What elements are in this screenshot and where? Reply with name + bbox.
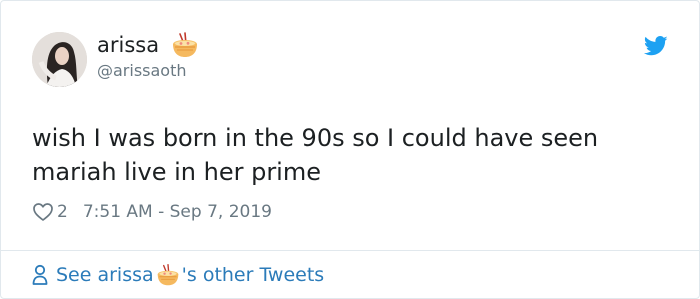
ramen-bowl-icon xyxy=(171,31,199,59)
author-name[interactable]: arissa xyxy=(97,33,159,57)
footer-link-prefix[interactable]: See arissa xyxy=(56,264,154,286)
footer-link-suffix[interactable]: 's other Tweets xyxy=(182,264,325,286)
twitter-bird-icon[interactable] xyxy=(643,36,668,56)
tweet-meta: 2 7:51 AM - Sep 7, 2019 xyxy=(32,200,272,224)
person-icon xyxy=(32,264,48,286)
author-handle[interactable]: @arissaoth xyxy=(97,61,187,80)
ramen-bowl-icon xyxy=(156,263,180,287)
tweet-text: wish I was born in the 90s so I could ha… xyxy=(32,124,599,186)
avatar[interactable] xyxy=(32,32,87,87)
tweet-card: arissa @arissaoth wish I was born in the… xyxy=(0,0,700,299)
tweet-timestamp[interactable]: 7:51 AM - Sep 7, 2019 xyxy=(83,202,272,222)
avatar-image xyxy=(32,32,87,87)
see-other-tweets-link[interactable]: See arissa 's other Tweets xyxy=(32,262,324,288)
heart-icon[interactable] xyxy=(32,201,54,223)
like-count[interactable]: 2 xyxy=(57,202,68,222)
divider xyxy=(1,250,699,251)
